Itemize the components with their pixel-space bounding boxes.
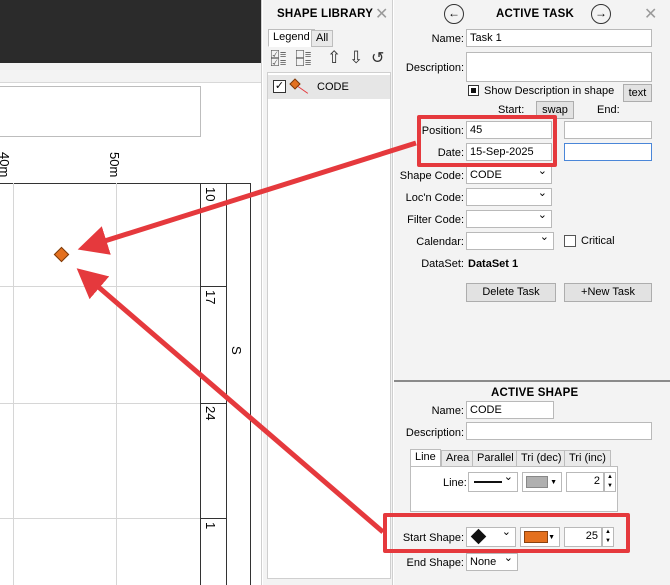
arrow-to-marker-from-start-shape [76,268,385,534]
arrow-to-marker-from-position [77,140,417,255]
callout-arrows [76,140,417,534]
